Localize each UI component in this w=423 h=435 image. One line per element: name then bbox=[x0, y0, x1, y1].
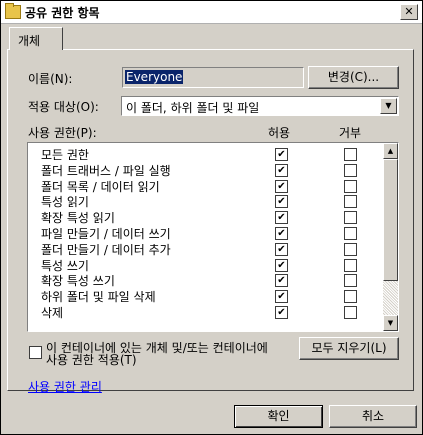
permission-name: 삭제 bbox=[41, 306, 64, 320]
permission-row: 특성 쓰기 bbox=[28, 257, 380, 273]
deny-checkbox[interactable] bbox=[344, 242, 357, 256]
tab-object-label: 개체 bbox=[18, 34, 41, 48]
deny-checkbox[interactable] bbox=[344, 227, 357, 240]
permission-name: 확장 특성 쓰기 bbox=[41, 274, 115, 289]
permission-row: 확장 특성 쓰기 bbox=[28, 272, 380, 288]
permission-name: 하위 폴더 및 파일 삭제 bbox=[41, 290, 156, 305]
cancel-button[interactable]: 취소 bbox=[329, 405, 417, 428]
permission-row: 특성 읽기 bbox=[28, 193, 380, 209]
change-button[interactable]: 변경(C)... bbox=[308, 66, 399, 89]
tab-object[interactable]: 개체 bbox=[9, 27, 63, 50]
allow-checkbox[interactable] bbox=[275, 290, 288, 304]
share-permission-entry-window: 공유 권한 항목 ✕ 개체 이름(N): Everyone 변경(C)... 적… bbox=[0, 0, 423, 435]
apply-to-label: 적용 대상(O): bbox=[28, 100, 99, 114]
deny-checkbox[interactable] bbox=[344, 148, 357, 161]
allow-checkbox[interactable] bbox=[275, 227, 288, 240]
apply-within-label: 이 컨테이너에 있는 개체 및/또는 컨테이너에 사용 권한 적용(T) bbox=[46, 342, 268, 366]
clear-all-button[interactable]: 모두 지우기(L) bbox=[299, 337, 399, 360]
allow-checkbox[interactable] bbox=[275, 242, 288, 256]
scroll-track[interactable] bbox=[383, 281, 398, 315]
permissions-scrollbar[interactable]: ▲ ▼ bbox=[383, 143, 398, 331]
allow-checkbox[interactable] bbox=[275, 148, 288, 161]
permission-name: 폴더 목록 / 데이터 읽기 bbox=[41, 179, 160, 194]
name-label: 이름(N): bbox=[28, 72, 73, 86]
allow-checkbox[interactable] bbox=[275, 211, 288, 225]
title-bar: 공유 권한 항목 ✕ bbox=[1, 1, 422, 24]
scroll-up-icon[interactable]: ▲ bbox=[383, 143, 398, 159]
scroll-down-icon[interactable]: ▼ bbox=[383, 315, 398, 331]
permissions-list: 모든 권한폴더 트래버스 / 파일 실행폴더 목록 / 데이터 읽기특성 읽기확… bbox=[27, 142, 399, 332]
close-button[interactable]: ✕ bbox=[400, 4, 418, 20]
permission-name: 특성 쓰기 bbox=[41, 258, 89, 273]
scroll-thumb[interactable] bbox=[383, 159, 398, 281]
permission-name: 폴더 트래버스 / 파일 실행 bbox=[41, 163, 171, 178]
apply-to-value: 이 폴더, 하위 폴더 및 파일 bbox=[126, 101, 260, 115]
permission-row: 폴더 트래버스 / 파일 실행 bbox=[28, 162, 380, 178]
permission-name: 모든 권한 bbox=[41, 148, 89, 162]
ok-button[interactable]: 확인 bbox=[234, 405, 323, 428]
name-value: Everyone bbox=[125, 70, 184, 84]
deny-checkbox[interactable] bbox=[344, 163, 357, 177]
allow-checkbox[interactable] bbox=[275, 274, 288, 288]
apply-within-line2: 사용 권한 적용(T) bbox=[46, 353, 137, 367]
deny-header: 거부 bbox=[339, 126, 362, 140]
permission-name: 특성 읽기 bbox=[41, 195, 89, 210]
window-title: 공유 권한 항목 bbox=[25, 6, 100, 20]
allow-checkbox[interactable] bbox=[275, 306, 288, 319]
permission-row: 삭제 bbox=[28, 304, 380, 320]
permissions-label: 사용 권한(P): bbox=[28, 126, 97, 140]
deny-checkbox[interactable] bbox=[344, 195, 357, 209]
apply-within-checkbox[interactable] bbox=[29, 346, 42, 359]
allow-checkbox[interactable] bbox=[275, 258, 288, 272]
permission-row: 폴더 만들기 / 데이터 추가 bbox=[28, 241, 380, 257]
permission-name: 확장 특성 읽기 bbox=[41, 211, 115, 226]
permission-row: 폴더 목록 / 데이터 읽기 bbox=[28, 178, 380, 194]
allow-checkbox[interactable] bbox=[275, 179, 288, 193]
deny-checkbox[interactable] bbox=[344, 211, 357, 225]
name-field[interactable]: Everyone bbox=[122, 67, 304, 88]
permission-row: 모든 권한 bbox=[28, 146, 380, 162]
deny-checkbox[interactable] bbox=[344, 274, 357, 288]
allow-checkbox[interactable] bbox=[275, 163, 288, 177]
permission-row: 하위 폴더 및 파일 삭제 bbox=[28, 288, 380, 304]
permission-row: 확장 특성 읽기 bbox=[28, 209, 380, 225]
permission-name: 파일 만들기 / 데이터 쓰기 bbox=[41, 227, 171, 241]
apply-to-select[interactable]: 이 폴더, 하위 폴더 및 파일 ▼ bbox=[121, 96, 399, 116]
deny-checkbox[interactable] bbox=[344, 306, 357, 319]
deny-checkbox[interactable] bbox=[344, 258, 357, 272]
permission-name: 폴더 만들기 / 데이터 추가 bbox=[41, 242, 171, 257]
folder-icon bbox=[5, 3, 21, 19]
manage-permissions-link[interactable]: 사용 권한 관리 bbox=[28, 378, 102, 395]
deny-checkbox[interactable] bbox=[344, 290, 357, 304]
deny-checkbox[interactable] bbox=[344, 179, 357, 193]
allow-header: 허용 bbox=[268, 126, 291, 140]
permission-row: 파일 만들기 / 데이터 쓰기 bbox=[28, 225, 380, 241]
allow-checkbox[interactable] bbox=[275, 195, 288, 209]
chevron-down-icon[interactable]: ▼ bbox=[380, 98, 397, 114]
